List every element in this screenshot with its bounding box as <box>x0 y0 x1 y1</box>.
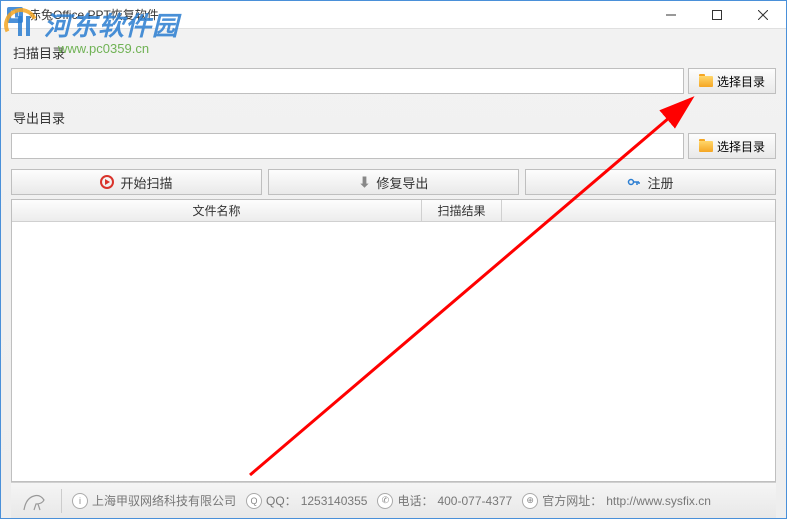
statusbar: i 上海甲驭网络科技有限公司 Q QQ： 1253140355 ✆ 电话： 400-… <box>11 482 776 518</box>
site-label: 官方网址： <box>542 492 602 509</box>
qq-value: 1253140355 <box>301 494 368 508</box>
phone-label: 电话： <box>397 492 433 509</box>
phone-icon: ✆ <box>377 493 393 509</box>
export-dir-label: 导出目录 <box>13 108 776 127</box>
app-icon: ◧ <box>7 7 23 23</box>
play-icon <box>100 175 114 189</box>
maximize-button[interactable] <box>694 1 740 29</box>
results-table: 文件名称 扫描结果 <box>11 199 776 482</box>
globe-icon: ⊕ <box>522 493 538 509</box>
titlebar: ◧ 赤兔Office PPT恢复软件 <box>1 1 786 29</box>
folder-icon <box>699 141 713 152</box>
company-logo-icon <box>19 487 51 515</box>
site-link[interactable]: http://www.sysfix.cn <box>606 494 711 508</box>
column-filename[interactable]: 文件名称 <box>12 200 422 221</box>
register-button[interactable]: 注册 <box>525 169 776 195</box>
table-body <box>12 222 775 481</box>
folder-icon <box>699 76 713 87</box>
company-name: 上海甲驭网络科技有限公司 <box>92 492 236 509</box>
column-scan-result[interactable]: 扫描结果 <box>422 200 502 221</box>
browse-scan-button[interactable]: 选择目录 <box>688 68 776 94</box>
start-scan-button[interactable]: 开始扫描 <box>11 169 262 195</box>
info-icon: i <box>72 493 88 509</box>
browse-label: 选择目录 <box>717 73 765 90</box>
qq-label: QQ： <box>266 492 297 509</box>
phone-value: 400-077-4377 <box>437 494 512 508</box>
export-dir-input[interactable] <box>11 133 684 159</box>
minimize-button[interactable] <box>648 1 694 29</box>
browse-export-button[interactable]: 选择目录 <box>688 133 776 159</box>
key-icon <box>627 175 641 189</box>
scan-dir-input[interactable] <box>11 68 684 94</box>
window-title: 赤兔Office PPT恢复软件 <box>29 6 159 23</box>
repair-export-button[interactable]: ⬇ 修复导出 <box>268 169 519 195</box>
download-icon: ⬇ <box>359 174 371 191</box>
qq-icon: Q <box>246 493 262 509</box>
scan-dir-label: 扫描目录 <box>13 43 776 62</box>
browse-label: 选择目录 <box>717 138 765 155</box>
close-button[interactable] <box>740 1 786 29</box>
